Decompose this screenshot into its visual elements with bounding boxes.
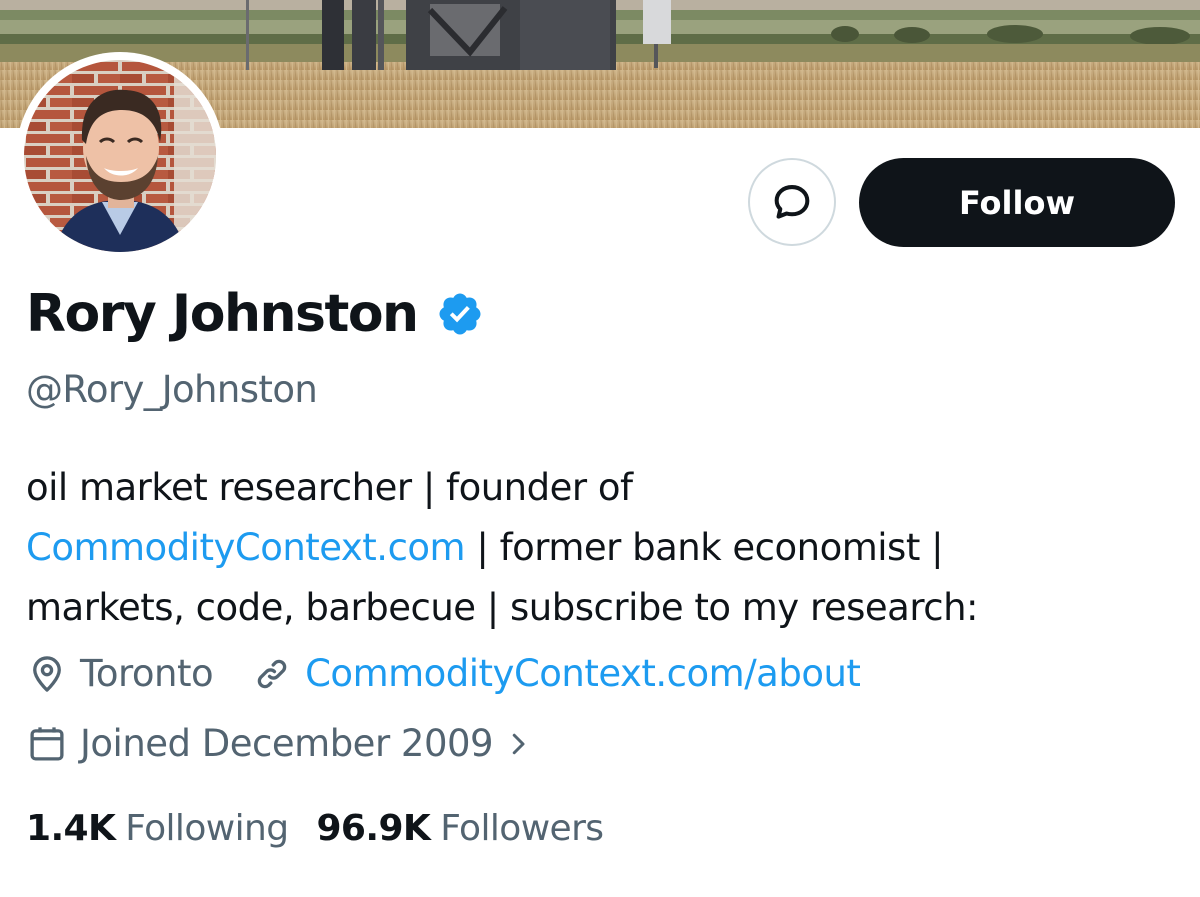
profile-name-row: Rory Johnston [26,284,484,344]
bio-line-2-text: | former bank economist | [465,526,944,569]
following-label: Following [125,808,289,849]
website-item[interactable]: CommodityContext.com/about [251,652,861,695]
bio-line-1: oil market researcher | founder of [26,466,633,509]
bio-line-2: CommodityContext.com | former bank econo… [26,518,1166,578]
website-link[interactable]: CommodityContext.com/about [305,652,861,695]
profile-meta-row: Toronto CommodityContext.com/about [26,652,861,695]
profile-handle: @Rory_Johnston [26,368,318,411]
following-count: 1.4K [26,808,116,849]
location-text: Toronto [80,652,214,695]
profile-stats: 1.4K Following 96.9K Followers [26,808,604,849]
calendar-icon [30,726,64,761]
joined-row[interactable]: Joined December 2009 [26,722,533,765]
joined-text: Joined December 2009 [80,722,494,765]
chevron-right-icon [512,733,525,754]
location-item: Toronto [26,652,214,695]
message-bubble-icon [774,185,810,219]
followers-stat[interactable]: 96.9K Followers [316,808,604,849]
profile-bio: oil market researcher | founder of Commo… [26,458,1166,638]
profile-avatar[interactable] [16,52,224,260]
followers-label: Followers [440,808,604,849]
verified-badge-icon[interactable] [436,290,484,338]
location-pin-icon [33,655,61,692]
link-icon [257,659,287,688]
display-name: Rory Johnston [26,284,419,344]
followers-count: 96.9K [316,808,431,849]
follow-button[interactable]: Follow [859,158,1175,247]
following-stat[interactable]: 1.4K Following [26,808,289,849]
avatar-image [24,60,216,252]
bio-link[interactable]: CommodityContext.com [26,526,466,569]
message-button[interactable] [748,158,836,246]
bio-line-3: markets, code, barbecue | subscribe to m… [26,586,979,629]
